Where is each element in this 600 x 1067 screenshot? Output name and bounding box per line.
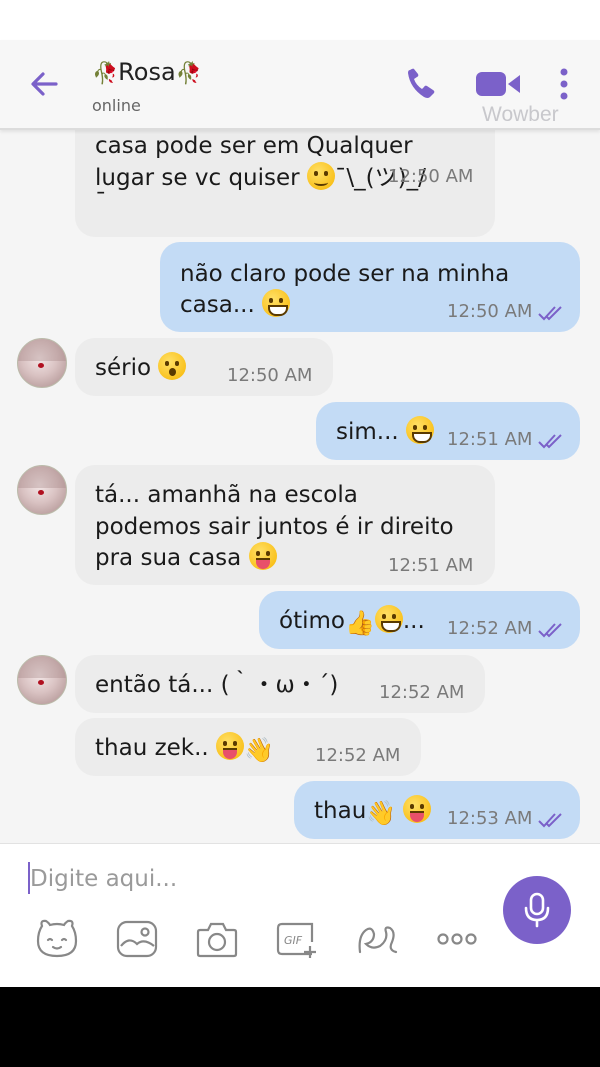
incoming-message[interactable]: tá... amanhã na escola podemos sair junt… <box>75 465 495 585</box>
message-time: 12:52 AM <box>447 618 533 639</box>
chat-header: 🥀Rosa🥀 online Wowber <box>0 40 600 130</box>
message-text: sim... <box>336 416 435 448</box>
system-navigation-bar <box>0 987 600 1067</box>
grinning-face-emoji <box>262 289 291 317</box>
message-text: pra sua casa <box>95 542 277 574</box>
message-time: 12:52 AM <box>379 682 465 703</box>
message-text: thau zek.. 👋 <box>95 732 274 766</box>
incoming-message[interactable]: casa pode ser em Qualquer lugar se vc qu… <box>75 130 495 237</box>
message-text: então tá... (｀・ω・´) <box>95 672 339 698</box>
message-text: sério <box>95 352 187 384</box>
thumbs-up-emoji: 👍 <box>344 609 375 637</box>
gif-icon[interactable]: GIF <box>274 916 320 962</box>
message-text: podemos sair juntos é ir direito <box>95 514 454 540</box>
waving-hand-emoji: 👋 <box>366 799 397 827</box>
svg-text:GIF: GIF <box>284 934 303 947</box>
contact-name-text: Rosa <box>118 58 176 86</box>
message-composer: GIF <box>0 843 600 987</box>
message-time: 12:50 AM <box>227 365 313 386</box>
incoming-message[interactable]: thau zek.. 👋 12:52 AM <box>75 718 421 776</box>
face-with-tongue-emoji <box>216 732 245 760</box>
message-time: 12:53 AM <box>447 808 533 829</box>
message-input[interactable] <box>30 862 470 896</box>
message-list[interactable]: casa pode ser em Qualquer lugar se vc qu… <box>0 130 600 843</box>
surprised-face-emoji <box>158 352 187 380</box>
watermark: Wowber <box>482 103 559 126</box>
contact-status: online <box>92 96 141 115</box>
message-text: não claro pode ser na minha <box>180 261 510 287</box>
microphone-icon <box>524 892 550 928</box>
microphone-button[interactable] <box>503 876 571 944</box>
doodle-icon[interactable] <box>354 916 400 962</box>
read-receipt-icon <box>538 306 562 321</box>
contact-name[interactable]: 🥀Rosa🥀 <box>92 58 202 86</box>
message-text: ótimo👍... <box>279 605 425 639</box>
incoming-message[interactable]: então tá... (｀・ω・´) 12:52 AM <box>75 655 485 713</box>
status-bar <box>0 0 600 40</box>
message-text: casa pode ser em Qualquer <box>95 133 413 159</box>
contact-avatar[interactable] <box>17 338 67 388</box>
phone-call-icon[interactable] <box>404 64 440 104</box>
grinning-face-emoji <box>374 605 403 633</box>
face-with-tongue-emoji <box>248 542 277 570</box>
sticker-icon[interactable] <box>34 916 80 962</box>
back-arrow-icon[interactable] <box>26 66 62 102</box>
message-time: 12:50 AM <box>447 301 533 322</box>
waving-hand-emoji: 👋 <box>244 736 274 764</box>
message-time: 12:51 AM <box>388 555 474 576</box>
video-call-icon[interactable] <box>474 64 522 104</box>
message-time: 12:50 AM <box>388 166 474 187</box>
outgoing-message[interactable]: thau👋 12:53 AM <box>294 781 580 839</box>
read-receipt-icon <box>538 434 562 449</box>
outgoing-message[interactable]: ótimo👍... 12:52 AM <box>259 591 580 649</box>
more-options-icon[interactable] <box>434 916 480 962</box>
savoring-food-emoji <box>403 795 432 823</box>
read-receipt-icon <box>538 623 562 638</box>
incoming-message[interactable]: sério 12:50 AM <box>75 338 333 396</box>
pleading-face-emoji <box>306 162 335 190</box>
message-time: 12:51 AM <box>447 429 533 450</box>
wilted-rose-icon: 🥀 <box>92 61 119 85</box>
outgoing-message[interactable]: não claro pode ser na minha casa... 12:5… <box>160 242 580 332</box>
camera-icon[interactable] <box>194 916 240 962</box>
message-text: casa... <box>180 289 291 321</box>
gallery-icon[interactable] <box>114 916 160 962</box>
read-receipt-icon <box>538 813 562 828</box>
message-text: thau👋 <box>314 795 432 829</box>
message-time: 12:52 AM <box>315 745 401 766</box>
wilted-rose-icon: 🥀 <box>175 61 202 85</box>
message-text: tá... amanhã na escola <box>95 482 358 508</box>
contact-avatar[interactable] <box>17 465 67 515</box>
contact-avatar[interactable] <box>17 655 67 705</box>
outgoing-message[interactable]: sim... 12:51 AM <box>316 402 580 460</box>
overflow-menu-icon[interactable] <box>554 64 574 104</box>
message-text: lugar se vc quiser ¯\_(ツ)_/ <box>95 162 426 194</box>
grinning-face-emoji <box>406 416 435 444</box>
message-text: ¯ <box>95 189 107 215</box>
